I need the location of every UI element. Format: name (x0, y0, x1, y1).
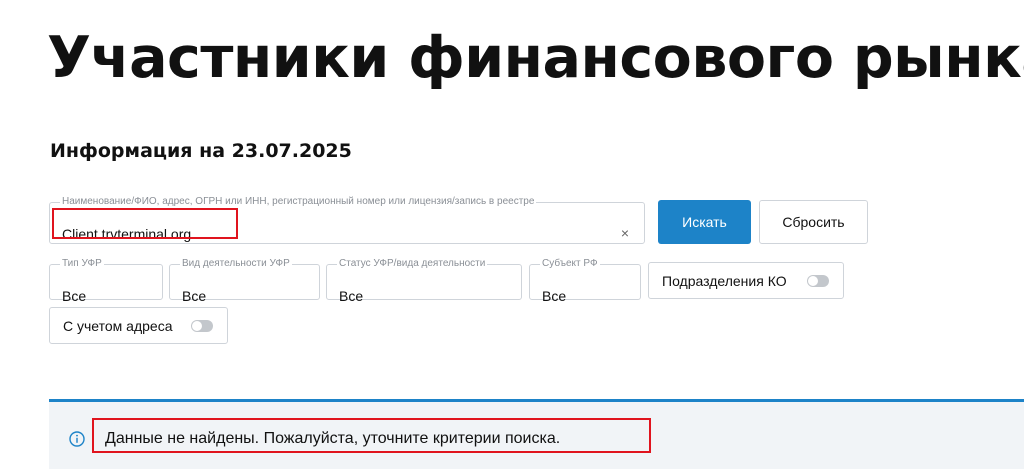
switch-knob (192, 321, 202, 331)
page-title: Участники финансового рынка (47, 25, 1024, 91)
filter-activity-label: Вид деятельности УФР (182, 258, 290, 269)
filter-type-select[interactable]: Тип УФР Все (49, 258, 163, 304)
filter-type-value: Все (62, 288, 87, 304)
filter-type-label: Тип УФР (62, 258, 102, 269)
info-date-heading: Информация на 23.07.2025 (50, 140, 352, 162)
search-field-label: Наименование/ФИО, адрес, ОГРН или ИНН, р… (62, 196, 535, 207)
reset-button[interactable]: Сбросить (759, 200, 868, 244)
clear-search-button[interactable]: × (621, 225, 629, 241)
filter-region-value: Все (542, 288, 567, 304)
switch-knob (808, 276, 818, 286)
search-field[interactable]: Наименование/ФИО, адрес, ОГРН или ИНН, р… (49, 196, 645, 244)
filter-status-label: Статус УФР/вида деятельности (339, 258, 486, 269)
ko-divisions-toggle[interactable]: Подразделения КО (648, 262, 844, 299)
filter-region-select[interactable]: Субъект РФ Все (529, 258, 641, 304)
info-icon (69, 431, 85, 447)
filter-activity-value: Все (182, 288, 207, 304)
filter-region-label: Субъект РФ (542, 258, 598, 269)
with-address-toggle[interactable]: С учетом адреса (49, 307, 228, 344)
filter-status-select[interactable]: Статус УФР/вида деятельности Все (326, 258, 522, 304)
with-address-label: С учетом адреса (63, 317, 173, 334)
no-results-alert: Данные не найдены. Пожалуйста, уточните … (49, 399, 1024, 469)
search-button[interactable]: Искать (658, 200, 751, 244)
filter-status-value: Все (339, 288, 364, 304)
search-input[interactable]: Client.trvterminal.org (62, 226, 191, 242)
ko-divisions-switch[interactable] (807, 275, 829, 287)
with-address-switch[interactable] (191, 320, 213, 332)
filter-activity-select[interactable]: Вид деятельности УФР Все (169, 258, 320, 304)
no-results-message: Данные не найдены. Пожалуйста, уточните … (105, 430, 561, 447)
ko-divisions-label: Подразделения КО (662, 272, 787, 289)
